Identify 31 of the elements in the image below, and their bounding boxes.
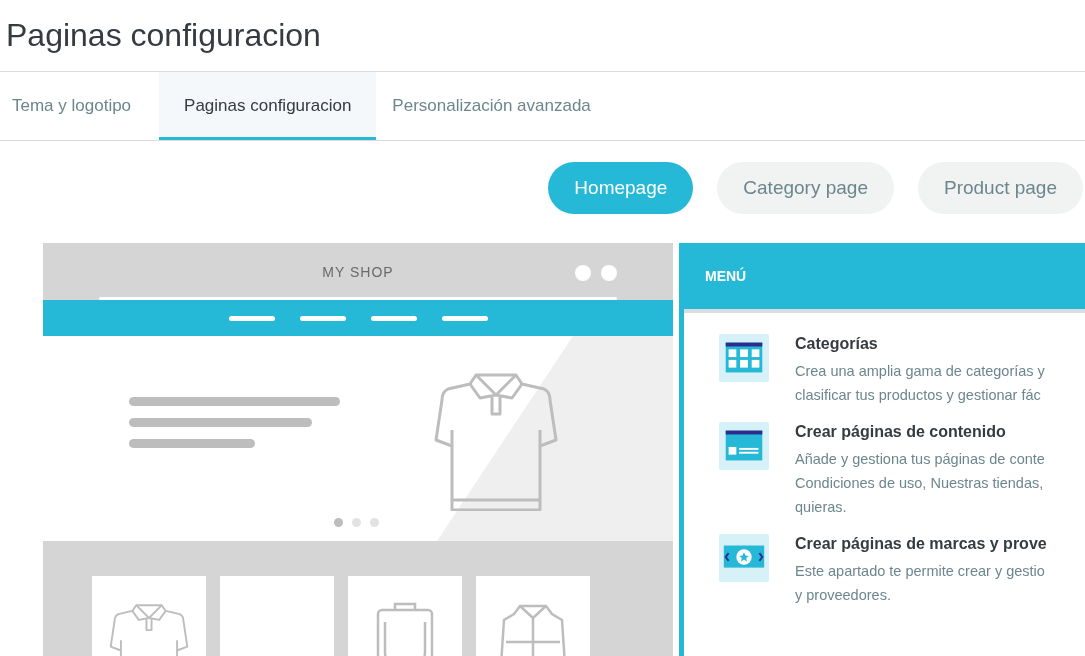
- feature-description: clasificar tus productos y gestionar fác: [795, 386, 1042, 405]
- header-dot: [575, 265, 591, 281]
- tab[interactable]: Personalización avanzada: [380, 72, 615, 140]
- feature-title: Crear páginas de marcas y prove: [795, 535, 1047, 553]
- carousel-dot[interactable]: [352, 518, 361, 527]
- page-button[interactable]: Product page: [917, 162, 1083, 214]
- feature-description: y proveedores.: [795, 586, 892, 605]
- feature-title: Crear páginas de contenido: [795, 423, 1007, 441]
- feature-description: Este apartado te permite crear y gestio: [795, 562, 1046, 581]
- panel-title: MENÚ: [705, 268, 747, 284]
- feature-title: Categorías: [795, 335, 879, 353]
- feature-description: Condiciones de uso, Nuestras tiendas,: [795, 474, 1045, 493]
- nav-link-placeholder: [299, 315, 346, 321]
- feature-description: Crea una amplia gama de categorías y: [795, 362, 1045, 381]
- tab[interactable]: Paginas configuracion: [159, 72, 377, 140]
- carousel-dot[interactable]: [370, 518, 379, 527]
- nav-link-placeholder: [228, 315, 275, 321]
- star-slider-icon: [719, 533, 769, 583]
- page-layout-icon: [719, 421, 769, 471]
- page-button[interactable]: Category page: [717, 162, 894, 214]
- nav-link-placeholder: [370, 315, 417, 321]
- nav-link-placeholder: [441, 315, 488, 321]
- feature-description: quieras.: [795, 498, 848, 517]
- page-title: Paginas configuracion: [6, 17, 321, 54]
- carousel-dot[interactable]: [334, 518, 343, 527]
- tab[interactable]: Tema y logotipo: [0, 72, 156, 140]
- shop-name: MY SHOP: [322, 264, 394, 280]
- grid-icon: [719, 333, 769, 383]
- header-dot: [601, 265, 617, 281]
- feature-description: Añade y gestiona tus páginas de conte: [795, 450, 1045, 469]
- page-button[interactable]: Homepage: [548, 162, 694, 214]
